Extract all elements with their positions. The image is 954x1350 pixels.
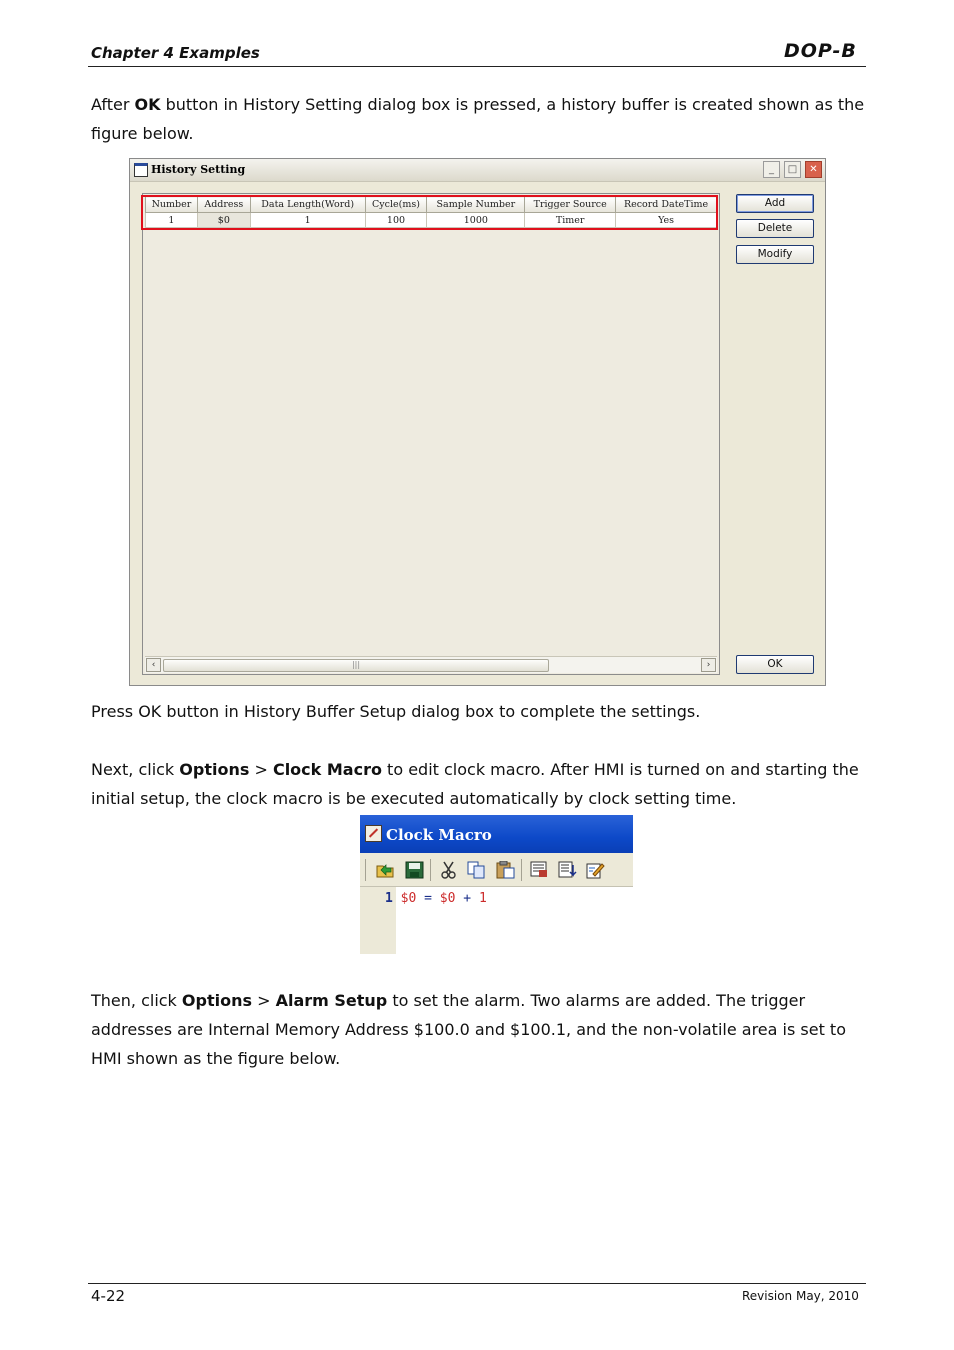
product-logo: DOP-B [784, 40, 857, 62]
save-icon[interactable] [405, 861, 424, 879]
toolbar-separator [521, 859, 522, 881]
add-button[interactable]: Add [736, 194, 814, 213]
horizontal-scrollbar[interactable]: ‹ ||| › [145, 656, 717, 673]
highlight-rectangle [141, 195, 718, 230]
edit-icon[interactable] [586, 861, 605, 879]
revision-date: Revision May, 2010 [742, 1289, 859, 1303]
dialog-titlebar: History Setting _ □ ✕ [130, 159, 825, 182]
header-divider [88, 66, 866, 67]
modify-button[interactable]: Modify [736, 245, 814, 264]
clock-macro-toolbar [360, 853, 633, 887]
open-folder-icon[interactable] [376, 861, 395, 879]
code-token-plus: + [463, 891, 472, 906]
paragraph-clock-macro: Next, click Options > Clock Macro to edi… [91, 760, 859, 808]
history-list[interactable]: Number Address Data Length(Word) Cycle(m… [142, 193, 720, 675]
clock-macro-title: Clock Macro [386, 826, 492, 844]
compile-icon[interactable] [558, 861, 577, 879]
toolbar-separator [430, 859, 431, 881]
paragraph-press-ok: Press OK button in History Buffer Setup … [91, 702, 701, 721]
toolbar-separator [365, 859, 366, 881]
code-token-number: 1 [478, 891, 487, 906]
paragraph-history-created: After OK button in History Setting dialo… [91, 95, 865, 143]
code-token-lhs: $0 [400, 891, 417, 906]
minimize-icon[interactable]: _ [763, 161, 780, 178]
cut-icon[interactable] [439, 861, 458, 879]
paste-icon[interactable] [496, 860, 515, 879]
page-number: 4-22 [91, 1287, 126, 1305]
delete-button[interactable]: Delete [736, 219, 814, 238]
macro-window-icon [365, 825, 382, 842]
ok-button[interactable]: OK [736, 655, 814, 674]
view-icon[interactable] [530, 861, 549, 879]
close-icon[interactable]: ✕ [805, 161, 822, 178]
paragraph-alarm-setup: Then, click Options > Alarm Setup to set… [91, 991, 846, 1068]
chapter-title: Chapter 4 Examples [91, 44, 260, 62]
dialog-title: History Setting [151, 163, 246, 176]
copy-icon[interactable] [467, 861, 486, 879]
scroll-thumb[interactable]: ||| [163, 659, 549, 672]
scroll-right-icon[interactable]: › [701, 658, 716, 672]
clock-macro-window: Clock Macro 1 $0 = $0 + 1 [360, 815, 633, 954]
maximize-icon[interactable]: □ [784, 161, 801, 178]
macro-code-line[interactable]: 1 $0 = $0 + 1 [385, 891, 487, 906]
footer-divider [88, 1283, 866, 1284]
history-setting-dialog: History Setting _ □ ✕ Number Address Dat… [129, 158, 826, 686]
clock-macro-titlebar: Clock Macro [360, 815, 633, 853]
window-icon [134, 163, 148, 177]
scroll-left-icon[interactable]: ‹ [146, 658, 161, 672]
line-number: 1 [385, 891, 393, 906]
code-token-rhs: $0 [439, 891, 456, 906]
code-token-assign: = [424, 891, 432, 906]
